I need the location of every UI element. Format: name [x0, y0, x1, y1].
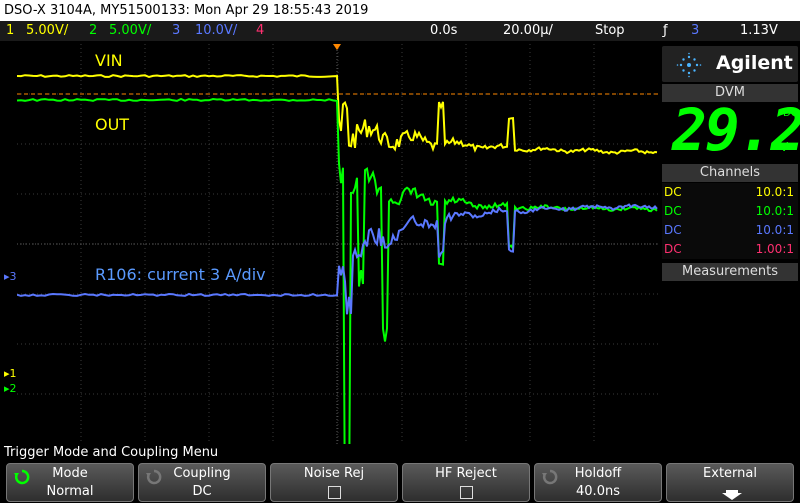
- channels-header: Channels: [662, 164, 798, 182]
- brand-name: Agilent: [716, 52, 793, 74]
- coupling-softkey[interactable]: Coupling DC: [138, 463, 266, 502]
- window-title: DSO-X 3104A, MY51500133: Mon Apr 29 18:5…: [0, 0, 800, 21]
- status-bar: 1 5.00V/ 2 5.00V/ 3 10.0V/ 4 0.0s 20.00µ…: [0, 21, 800, 41]
- ch4-number[interactable]: 4: [256, 21, 264, 41]
- noise-rej-label: Noise Rej: [303, 466, 365, 481]
- trigger-icon: ƒ: [663, 23, 668, 38]
- softkey-bar: Mode Normal Coupling DC Noise Rej HF Rej…: [0, 462, 800, 503]
- ch2-ground-marker[interactable]: ▸2: [4, 382, 17, 395]
- horizontal-delay[interactable]: 0.0s: [430, 21, 457, 41]
- agilent-spark-icon: [676, 52, 702, 78]
- ch1-scale[interactable]: 5.00V/: [26, 21, 68, 41]
- hf-reject-softkey[interactable]: HF Reject: [402, 463, 530, 502]
- probe-ratio: 10.0:1: [755, 185, 794, 199]
- waveform-graticule: [16, 44, 658, 503]
- ch2-number[interactable]: 2: [89, 21, 97, 41]
- waveform-display[interactable]: VIN OUT R106: current 3 A/div: [16, 44, 658, 503]
- ch1-ground-marker[interactable]: ▸1: [4, 367, 17, 380]
- holdoff-label: Holdoff: [574, 466, 622, 481]
- dvm-display: 29.2 DC V: [662, 96, 800, 166]
- channel-row-3[interactable]: DC 10.0:1: [662, 221, 798, 240]
- mode-label: Mode: [52, 466, 88, 481]
- noise-rej-softkey[interactable]: Noise Rej: [270, 463, 398, 502]
- out-label: OUT: [95, 115, 130, 134]
- r106-label: R106: current 3 A/div: [95, 265, 266, 284]
- channel-row-1[interactable]: DC 10.0:1: [662, 183, 798, 202]
- channel-coupling: DC: [664, 242, 682, 256]
- ch3-ground-marker[interactable]: ▸3: [4, 270, 17, 283]
- timebase-scale[interactable]: 20.00µ/: [503, 21, 553, 41]
- channel-coupling: DC: [664, 204, 682, 218]
- brand-header: Agilent: [662, 46, 798, 82]
- channel-coupling: DC: [664, 223, 682, 237]
- ch3-scale[interactable]: 10.0V/: [195, 21, 237, 41]
- coupling-label: Coupling: [173, 466, 231, 481]
- right-panel: Agilent DVM 29.2 DC V Channels DC 10.0:1…: [660, 44, 800, 444]
- channel-coupling: DC: [664, 185, 682, 199]
- dvm-coupling: DC: [783, 108, 798, 119]
- probe-ratio: 10.0:1: [755, 204, 794, 218]
- submenu-arrow-icon: [722, 490, 742, 500]
- coupling-value: DC: [192, 484, 212, 499]
- mode-softkey[interactable]: Mode Normal: [6, 463, 134, 502]
- external-softkey[interactable]: External: [666, 463, 794, 502]
- measurements-header: Measurements: [662, 263, 798, 281]
- holdoff-value: 40.0ns: [576, 484, 620, 499]
- menu-title: Trigger Mode and Coupling Menu: [0, 444, 800, 462]
- ch3-number[interactable]: 3: [172, 21, 180, 41]
- run-state[interactable]: Stop: [595, 21, 625, 41]
- channel-row-4[interactable]: DC 1.00:1: [662, 240, 798, 259]
- dvm-unit: V: [780, 140, 789, 154]
- trigger-source[interactable]: 3: [691, 21, 699, 41]
- probe-ratio: 1.00:1: [755, 242, 794, 256]
- noise-rej-checkbox[interactable]: [328, 486, 341, 499]
- ch1-number[interactable]: 1: [6, 21, 14, 41]
- ch2-scale[interactable]: 5.00V/: [109, 21, 151, 41]
- holdoff-softkey[interactable]: Holdoff 40.0ns: [534, 463, 662, 502]
- vin-label: VIN: [95, 51, 123, 70]
- hf-reject-label: HF Reject: [435, 466, 497, 481]
- trigger-position-marker-icon: [333, 44, 341, 50]
- probe-ratio: 10.0:1: [755, 223, 794, 237]
- channel-row-2[interactable]: DC 10.0:1: [662, 202, 798, 221]
- external-label: External: [703, 466, 757, 481]
- hf-reject-checkbox[interactable]: [460, 486, 473, 499]
- trigger-level[interactable]: 1.13V: [740, 21, 778, 41]
- mode-value: Normal: [46, 484, 94, 499]
